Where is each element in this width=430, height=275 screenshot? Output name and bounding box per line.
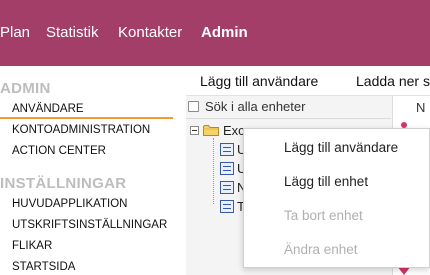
menu-item-remove-unit: Ta bort enhet [284, 208, 363, 223]
menu-item-edit-unit: Ändra enhet [284, 242, 358, 257]
sidebar-heading-installningar: INSTÄLLNINGAR [0, 175, 127, 192]
tree-connector-line [213, 138, 214, 204]
top-navigation-bar: Plan Statistik Kontakter Admin [0, 0, 430, 66]
collapse-icon[interactable] [190, 126, 199, 135]
nav-item-admin[interactable]: Admin [201, 24, 248, 41]
unit-icon [220, 162, 234, 175]
nav-item-plan[interactable]: Plan [0, 24, 30, 41]
folder-icon [203, 125, 219, 136]
menu-item-add-unit[interactable]: Lägg till enhet [284, 174, 368, 189]
sidebar-item-anvandare[interactable]: ANVÄNDARE [12, 103, 84, 115]
sidebar-item-action-center[interactable]: ACTION CENTER [12, 145, 106, 157]
sidebar-item-huvudapplikation[interactable]: HUVUDAPPLIKATION [12, 198, 127, 210]
menu-item-add-user[interactable]: Lägg till användare [284, 140, 398, 155]
nav-item-statistik[interactable]: Statistik [46, 24, 99, 41]
nav-item-kontakter[interactable]: Kontakter [118, 24, 182, 41]
unit-icon [220, 181, 234, 194]
toolbar: Lägg till användare Ladda ner s [186, 66, 430, 96]
sidebar-heading-admin: ADMIN [0, 80, 51, 97]
download-button[interactable]: Ladda ner s [356, 73, 430, 89]
unit-icon [220, 143, 234, 156]
sidebar-item-utskriftsinstallningar[interactable]: UTSKRIFTSINSTÄLLNINGAR [12, 219, 167, 231]
add-user-button[interactable]: Lägg till användare [200, 73, 318, 89]
sidebar: ADMIN ANVÄNDARE KONTOADMINISTRATION ACTI… [0, 66, 186, 275]
search-all-units-label[interactable]: Sök i alla enheter [205, 99, 305, 114]
search-all-units-checkbox[interactable] [188, 101, 199, 112]
tree-root-label: Exc [223, 123, 245, 138]
sidebar-item-flikar[interactable]: FLIKAR [12, 240, 52, 252]
sidebar-item-startsida[interactable]: STARTSIDA [12, 261, 75, 273]
details-column-header: N [416, 100, 426, 115]
sidebar-item-kontoadministration[interactable]: KONTOADMINISTRATION [12, 124, 150, 136]
selected-item-underline [0, 117, 173, 119]
context-menu: Lägg till användare Lägg till enhet Ta b… [243, 128, 430, 268]
unit-icon [220, 200, 234, 213]
